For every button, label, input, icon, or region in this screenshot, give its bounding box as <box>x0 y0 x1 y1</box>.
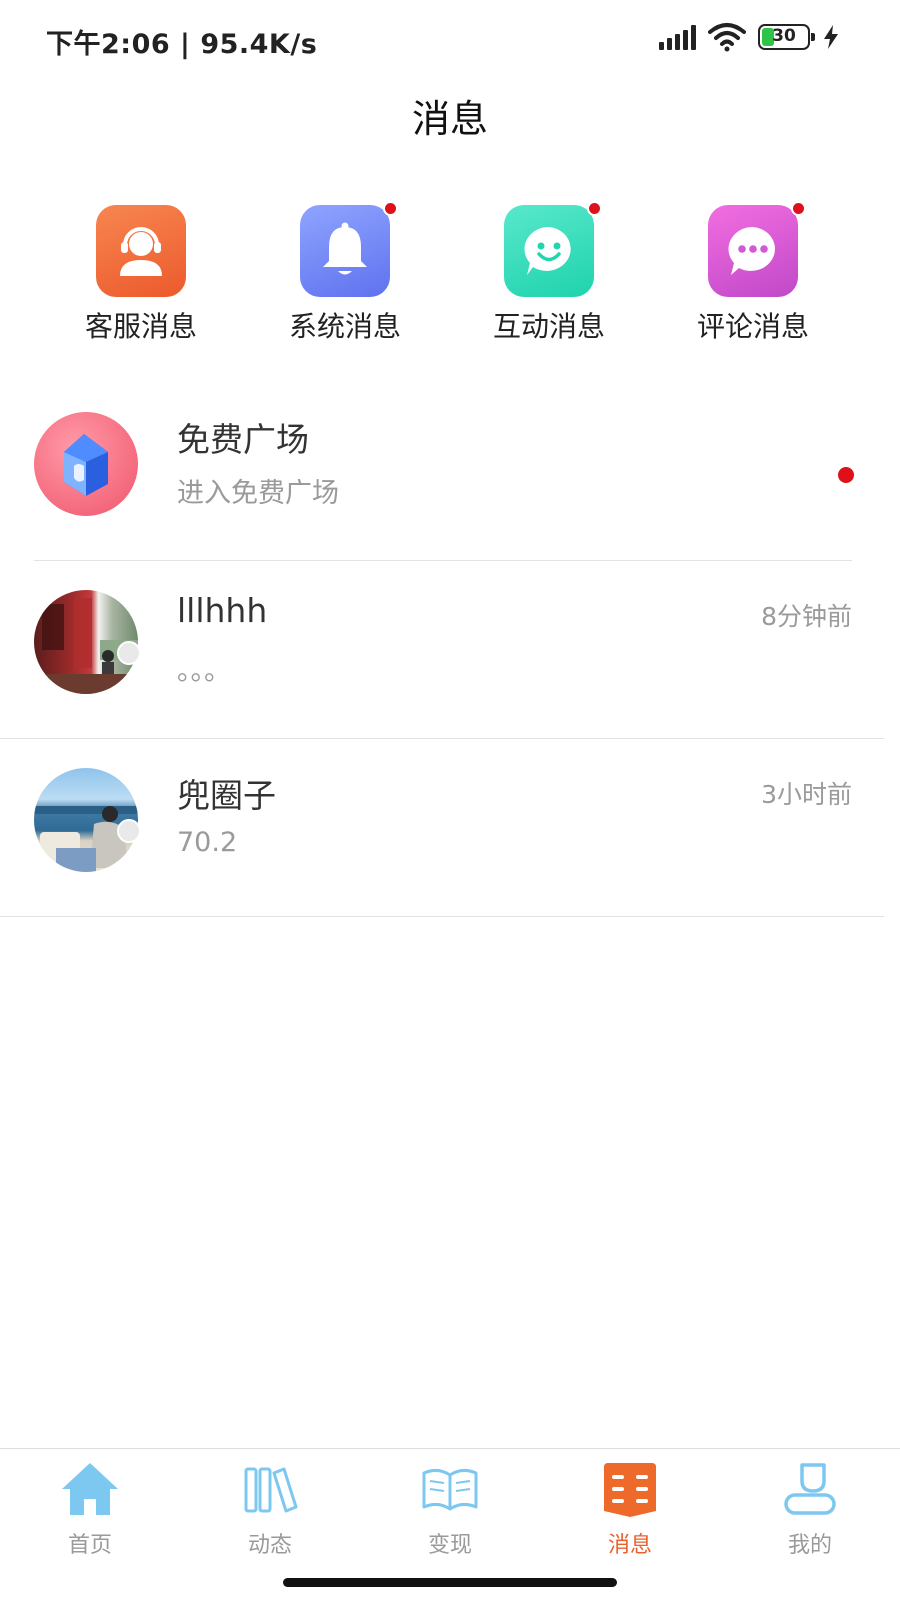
category-label: 互动消息 <box>492 310 605 343</box>
message-categories: 客服消息 系统消息 互动消息 评论消息 <box>0 201 900 345</box>
house-logo-icon <box>64 434 108 496</box>
page-title: 消息 <box>411 97 488 141</box>
tab-label: 首页 <box>67 1533 112 1558</box>
category-label: 评论消息 <box>696 310 809 343</box>
tab-home[interactable]: 首页 <box>30 1459 150 1559</box>
unread-dot <box>587 201 602 216</box>
unread-dot <box>383 201 398 216</box>
row-time: 3小时前 <box>761 780 852 809</box>
tab-feed[interactable]: 动态 <box>210 1459 330 1559</box>
category-interaction[interactable]: 互动消息 <box>464 201 634 345</box>
battery-icon: 30 <box>758 24 815 50</box>
comment-dots-icon <box>728 226 775 275</box>
home-indicator[interactable] <box>283 1578 617 1587</box>
battery-level: 30 <box>772 26 796 46</box>
row-preview: 70.2 <box>177 827 238 858</box>
headset-agent-icon <box>120 227 162 276</box>
row-name: 兜圈子 <box>177 776 276 815</box>
category-label: 客服消息 <box>84 310 197 343</box>
tab-label: 消息 <box>607 1533 652 1558</box>
tab-monetize[interactable]: 变现 <box>390 1459 510 1559</box>
charging-icon <box>824 25 838 49</box>
tab-label: 变现 <box>427 1533 472 1558</box>
category-label: 系统消息 <box>288 310 401 343</box>
category-customer-service[interactable]: 客服消息 <box>56 205 226 345</box>
category-system[interactable]: 系统消息 <box>260 201 430 345</box>
wifi-icon <box>708 23 746 52</box>
message-row-free-square[interactable]: 免费广场 进入免费广场 <box>0 383 900 561</box>
row-name: 免费广场 <box>177 420 309 459</box>
message-list-icon <box>604 1463 656 1517</box>
books-icon <box>244 1467 298 1513</box>
bell-icon <box>323 222 367 275</box>
status-bar: 下午2:06 | 95.4K/s 30 <box>0 0 900 80</box>
tab-label: 动态 <box>247 1533 292 1558</box>
row-time: 8分钟前 <box>761 602 852 631</box>
status-time-speed: 下午2:06 | 95.4K/s <box>46 29 318 60</box>
open-book-icon <box>422 1468 478 1511</box>
tab-messages[interactable]: 消息 <box>570 1459 690 1559</box>
signal-icon <box>659 24 696 50</box>
row-preview: 。。。 <box>177 656 231 687</box>
avatar-status-badge <box>117 641 141 665</box>
home-icon <box>62 1463 118 1515</box>
smile-chat-icon <box>524 226 571 275</box>
avatar <box>34 412 138 516</box>
profile-icon <box>784 1463 836 1515</box>
tab-profile[interactable]: 我的 <box>750 1459 870 1559</box>
avatar-status-badge <box>117 819 141 843</box>
divider <box>0 915 884 917</box>
row-preview: 进入免费广场 <box>177 478 339 509</box>
row-name: lllhhh <box>177 591 268 630</box>
category-comments[interactable]: 评论消息 <box>668 201 838 345</box>
unread-dot <box>838 467 854 483</box>
unread-dot <box>791 201 806 216</box>
tab-label: 我的 <box>787 1533 832 1558</box>
